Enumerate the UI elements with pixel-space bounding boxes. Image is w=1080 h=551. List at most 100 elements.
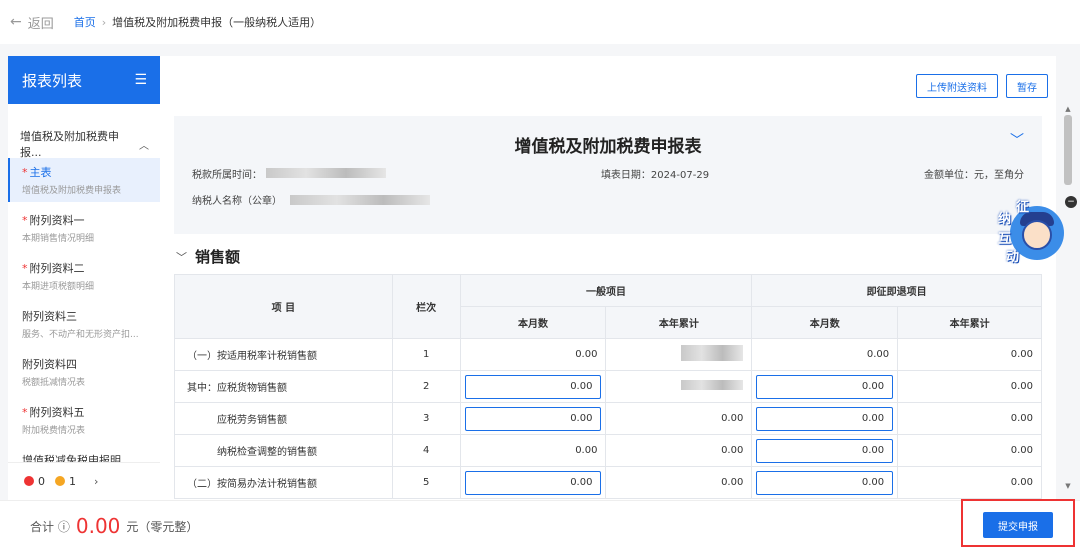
general-year-value: 0.00 xyxy=(605,466,753,499)
mascot-text: 征 xyxy=(1016,200,1030,215)
col-header-general: 一般项目 xyxy=(459,274,753,307)
required-star: * xyxy=(22,214,28,227)
form-title: 增值税及附加税费申报表 xyxy=(514,137,702,157)
fill-date: 填表日期：2024-07-29 xyxy=(600,170,710,181)
section-toggle-sales[interactable]: ﹀ 销售额 xyxy=(176,246,240,267)
col-header-month: 本月数 xyxy=(751,306,899,339)
general-month-value: 0.00 xyxy=(459,434,607,467)
top-bar: ← 返回 首页 › 增值税及附加税费申报（一般纳税人适用） xyxy=(0,0,1080,44)
immediate-year-value: 0.00 xyxy=(897,434,1042,467)
chevron-up-icon: ︿ xyxy=(139,140,149,152)
redacted-value xyxy=(290,194,430,205)
col-header-item: 项 目 xyxy=(174,274,393,339)
sidebar-item-label: 主表 xyxy=(29,166,52,179)
table-row: 应税劳务销售额 3 0.00 0.00 0.00 0.00 xyxy=(174,402,1042,435)
toolbar: 上传附送资料 暂存 xyxy=(160,56,1056,116)
immediate-month-input[interactable]: 0.00 xyxy=(756,438,894,463)
form-meta-row: 税款所属时间： 填表日期：2024-07-29 金额单位：元，至角分 xyxy=(192,166,1024,181)
immediate-month-input[interactable]: 0.00 xyxy=(756,406,894,431)
submit-button[interactable]: 提交申报 xyxy=(983,512,1053,538)
row-seq: 4 xyxy=(391,434,461,467)
save-draft-button[interactable]: 暂存 xyxy=(1006,74,1048,98)
scroll-down-icon[interactable]: ▼ xyxy=(1064,482,1072,490)
general-year-value xyxy=(605,370,753,403)
breadcrumb-current: 增值税及附加税费申报（一般纳税人适用） xyxy=(112,16,322,29)
vertical-scrollbar[interactable]: ▲ ▼ xyxy=(1064,105,1072,490)
sidebar-header: 报表列表 ☰ xyxy=(8,56,161,104)
row-label: 其中：应税货物销售额 xyxy=(174,370,393,403)
general-month-input[interactable]: 0.00 xyxy=(464,470,602,495)
row-label: （二）按简易办法计税销售额 xyxy=(174,466,393,499)
validation-status-bar[interactable]: 0 1 › xyxy=(8,462,161,500)
breadcrumb-home-link[interactable]: 首页 xyxy=(74,14,96,30)
immediate-month-input[interactable]: 0.00 xyxy=(756,470,894,495)
row-seq: 1 xyxy=(391,338,461,371)
sidebar-item-label: 附列资料五 xyxy=(29,406,85,419)
submit-highlight: 提交申报 xyxy=(961,499,1075,547)
chevron-down-icon: ﹀ xyxy=(176,250,187,264)
immediate-year-value: 0.00 xyxy=(897,466,1042,499)
immediate-year-value: 0.00 xyxy=(897,338,1042,371)
breadcrumb-separator: › xyxy=(101,15,107,29)
scrollbar-thumb[interactable] xyxy=(1064,115,1072,185)
sidebar-item-main[interactable]: * 主表 增值税及附加税费申报表 xyxy=(8,158,161,202)
general-month-value: 0.00 xyxy=(459,338,607,371)
required-star: * xyxy=(22,166,28,179)
row-label: （一）按适用税率计税销售额 xyxy=(174,338,393,371)
taxpayer-row: 纳税人名称（公章） xyxy=(192,192,430,207)
total-label: 合计 ⓘ xyxy=(30,519,70,534)
general-month-cell: 0.00 xyxy=(459,370,607,403)
mascot-text: 纳 xyxy=(998,212,1012,227)
breadcrumb: 首页 › 增值税及附加税费申报（一般纳税人适用） xyxy=(74,14,321,30)
redacted-value xyxy=(681,345,744,361)
collapse-menu-icon[interactable]: ☰ xyxy=(134,72,147,88)
sidebar-title: 报表列表 xyxy=(22,71,83,90)
back-arrow-icon: ← xyxy=(10,14,22,30)
sidebar-item-label: 附列资料四 xyxy=(22,358,77,371)
sidebar-item-sub: 附加税费情况表 xyxy=(22,426,86,436)
taxpayer-label: 纳税人名称（公章） xyxy=(192,196,282,207)
back-button[interactable]: ← 返回 xyxy=(10,13,54,32)
sidebar-group-toggle[interactable]: 增值税及附加税费申报... ︿ xyxy=(8,130,161,159)
row-seq: 5 xyxy=(391,466,461,499)
sidebar-item-label: 附列资料三 xyxy=(22,310,77,323)
immediate-month-input[interactable]: 0.00 xyxy=(756,374,894,399)
sidebar-item-attachment-5[interactable]: * 附列资料五 附加税费情况表 xyxy=(8,398,161,442)
immediate-month-cell: 0.00 xyxy=(751,402,899,435)
table-row: 其中：应税货物销售额 2 0.00 0.00 0.00 xyxy=(174,370,1042,403)
immediate-month-value: 0.00 xyxy=(751,338,899,371)
sidebar-group-title: 增值税及附加税费申报... xyxy=(20,130,119,159)
required-star: * xyxy=(22,406,28,419)
table-row: 纳税检查调整的销售额 4 0.00 0.00 0.00 0.00 xyxy=(174,434,1042,467)
col-header-year: 本年累计 xyxy=(605,306,753,339)
sidebar-item-attachment-3[interactable]: 附列资料三 服务、不动产和无形资产扣... xyxy=(8,302,161,346)
general-month-input[interactable]: 0.00 xyxy=(464,406,602,431)
mascot-text: 动 xyxy=(1006,250,1020,265)
upload-attachments-button[interactable]: 上传附送资料 xyxy=(916,74,998,98)
sidebar-item-attachment-1[interactable]: * 附列资料一 本期销售情况明细 xyxy=(8,206,161,250)
redacted-value xyxy=(266,168,386,178)
general-month-input[interactable]: 0.00 xyxy=(464,374,602,399)
sidebar-item-attachment-4[interactable]: 附列资料四 税额抵减情况表 xyxy=(8,350,161,394)
chevron-down-icon[interactable]: ﹀ xyxy=(1010,130,1024,150)
general-year-value: 0.00 xyxy=(605,434,753,467)
sales-table: 项 目 栏次 一般项目 即征即退项目 本月数 本年累计 本月数 本年累计 （一）… xyxy=(174,274,1042,499)
immediate-year-value: 0.00 xyxy=(897,370,1042,403)
tax-period: 税款所属时间： xyxy=(192,166,386,181)
total-unit: 元（零元整） xyxy=(126,519,199,534)
sidebar-item-attachment-2[interactable]: * 附列资料二 本期进项税额明细 xyxy=(8,254,161,298)
sidebar-item-label: 附列资料二 xyxy=(29,262,85,275)
scroll-up-icon[interactable]: ▲ xyxy=(1064,105,1072,113)
row-label: 纳税检查调整的销售额 xyxy=(174,434,393,467)
total-amount: 0.00 xyxy=(75,514,121,538)
chevron-right-icon[interactable]: › xyxy=(94,475,98,488)
immediate-month-cell: 0.00 xyxy=(751,434,899,467)
info-icon[interactable]: ⓘ xyxy=(58,520,70,534)
footer-bar: 合计 ⓘ 0.00 元（零元整） xyxy=(0,500,1080,551)
general-year-value: 0.00 xyxy=(605,402,753,435)
form-header-card: 增值税及附加税费申报表 ﹀ 税款所属时间： 填表日期：2024-07-29 金额… xyxy=(174,116,1042,234)
table-header-row: 项 目 栏次 一般项目 即征即退项目 xyxy=(174,274,1042,339)
col-header-immediate: 即征即退项目 xyxy=(751,274,1042,307)
interaction-mascot[interactable]: 征 纳 互 动 xyxy=(996,196,1068,268)
col-header-year: 本年累计 xyxy=(897,306,1042,339)
